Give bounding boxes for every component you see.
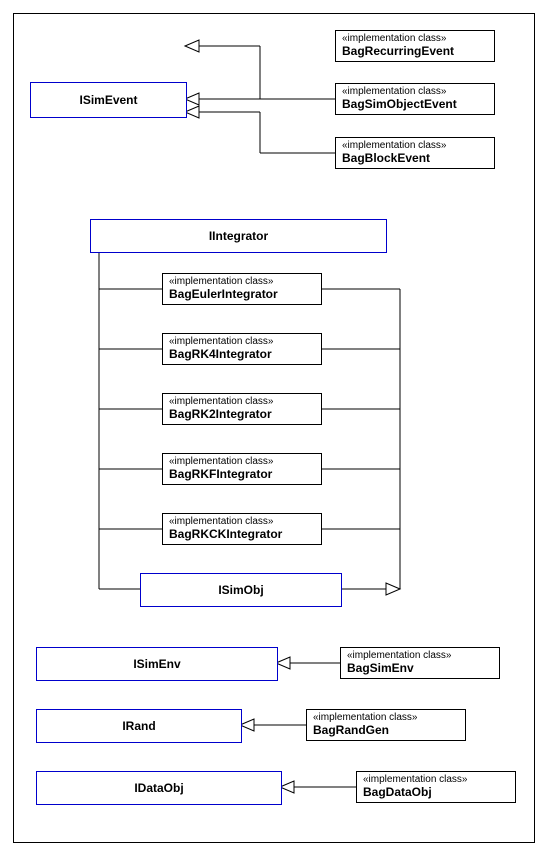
class-name: BagBlockEvent bbox=[342, 151, 488, 165]
class-name: BagRecurringEvent bbox=[342, 44, 488, 58]
interface-label: ISimEvent bbox=[79, 93, 137, 107]
uml-diagram: ISimEvent «implementation class» BagRecu… bbox=[0, 0, 547, 854]
class-bageulerintegrator: «implementation class» BagEulerIntegrato… bbox=[162, 273, 322, 305]
stereotype-label: «implementation class» bbox=[169, 396, 315, 407]
class-name: BagRKFIntegrator bbox=[169, 467, 315, 481]
stereotype-label: «implementation class» bbox=[169, 276, 315, 287]
interface-irand: IRand bbox=[36, 709, 242, 743]
class-name: BagSimObjectEvent bbox=[342, 97, 488, 111]
class-bagrandgen: «implementation class» BagRandGen bbox=[306, 709, 466, 741]
class-bagrecurringevent: «implementation class» BagRecurringEvent bbox=[335, 30, 495, 62]
interface-isimenv: ISimEnv bbox=[36, 647, 278, 681]
class-bagrkfintegrator: «implementation class» BagRKFIntegrator bbox=[162, 453, 322, 485]
stereotype-label: «implementation class» bbox=[169, 336, 315, 347]
stereotype-label: «implementation class» bbox=[342, 33, 488, 44]
interface-iintegrator: IIntegrator bbox=[90, 219, 387, 253]
class-bagrkckintegrator: «implementation class» BagRKCKIntegrator bbox=[162, 513, 322, 545]
class-name: BagRK4Integrator bbox=[169, 347, 315, 361]
stereotype-label: «implementation class» bbox=[169, 516, 315, 527]
class-name: BagEulerIntegrator bbox=[169, 287, 315, 301]
interface-label: IIntegrator bbox=[209, 229, 268, 243]
interface-isimobj: ISimObj bbox=[140, 573, 342, 607]
class-bagrk4integrator: «implementation class» BagRK4Integrator bbox=[162, 333, 322, 365]
stereotype-label: «implementation class» bbox=[363, 774, 509, 785]
stereotype-label: «implementation class» bbox=[342, 86, 488, 97]
interface-label: IDataObj bbox=[134, 781, 183, 795]
interface-isimevent: ISimEvent bbox=[30, 82, 187, 118]
interface-label: ISimEnv bbox=[133, 657, 180, 671]
stereotype-label: «implementation class» bbox=[347, 650, 493, 661]
class-name: BagSimEnv bbox=[347, 661, 493, 675]
interface-idataobj: IDataObj bbox=[36, 771, 282, 805]
class-name: BagDataObj bbox=[363, 785, 509, 799]
class-name: BagRK2Integrator bbox=[169, 407, 315, 421]
class-bagrk2integrator: «implementation class» BagRK2Integrator bbox=[162, 393, 322, 425]
interface-label: IRand bbox=[122, 719, 155, 733]
class-name: BagRandGen bbox=[313, 723, 459, 737]
stereotype-label: «implementation class» bbox=[313, 712, 459, 723]
class-bagblockevent: «implementation class» BagBlockEvent bbox=[335, 137, 495, 169]
class-bagsimenv: «implementation class» BagSimEnv bbox=[340, 647, 500, 679]
stereotype-label: «implementation class» bbox=[342, 140, 488, 151]
stereotype-label: «implementation class» bbox=[169, 456, 315, 467]
class-bagdataobj: «implementation class» BagDataObj bbox=[356, 771, 516, 803]
interface-label: ISimObj bbox=[218, 583, 263, 597]
class-bagsimobjectevent: «implementation class» BagSimObjectEvent bbox=[335, 83, 495, 115]
class-name: BagRKCKIntegrator bbox=[169, 527, 315, 541]
